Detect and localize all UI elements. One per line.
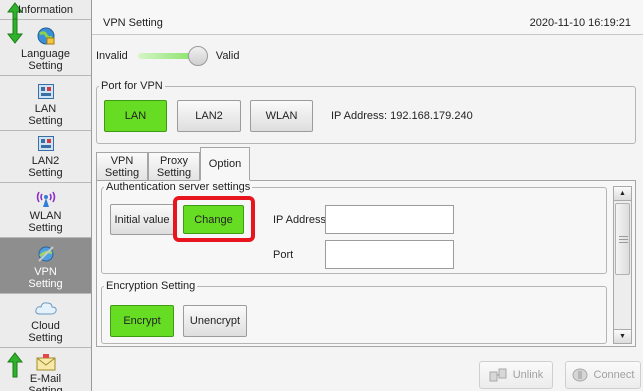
initial-value-button[interactable]: Initial value xyxy=(110,204,174,235)
lan-icon xyxy=(35,133,57,153)
sidebar-item-label: LAN Setting xyxy=(28,103,63,127)
port-group-legend: Port for VPN xyxy=(101,80,163,92)
scroll-up-button[interactable]: ▲ xyxy=(614,187,631,201)
port-label: Port xyxy=(273,249,294,261)
sidebar-item-label: VPN Setting xyxy=(28,266,63,290)
thumb-grip xyxy=(619,239,628,240)
ip-address-input[interactable] xyxy=(325,205,454,234)
cloud-icon xyxy=(34,298,57,318)
tab-label: Option xyxy=(208,158,242,170)
sidebar-item-label: Information xyxy=(17,4,74,16)
sidebar-item-lan2-setting[interactable]: LAN2 Setting xyxy=(0,131,91,183)
sidebar-item-label: LAN2 Setting xyxy=(28,155,63,179)
panel-scrollbar[interactable]: ▲ ▼ xyxy=(613,186,632,344)
change-button[interactable]: Change xyxy=(183,205,244,234)
header-bar: VPN Setting 2020-11-10 16:19:21 xyxy=(92,0,643,35)
unencrypt-button[interactable]: Unencrypt xyxy=(183,305,247,337)
port-lan2-button[interactable]: LAN2 xyxy=(177,100,241,132)
sidebar-item-information[interactable]: Information xyxy=(0,0,91,20)
email-icon xyxy=(35,353,57,371)
page-title: VPN Setting xyxy=(103,17,163,29)
encryption-setting-group: Encryption Setting xyxy=(101,280,607,344)
sidebar-item-cloud-setting[interactable]: Cloud Setting xyxy=(0,294,91,348)
scroll-down-button[interactable]: ▼ xyxy=(614,329,631,343)
encryption-group-legend: Encryption Setting xyxy=(106,280,196,292)
tab-option[interactable]: Option xyxy=(200,147,250,181)
connect-icon xyxy=(572,368,587,382)
sidebar-item-label: E-Mail Setting xyxy=(28,373,63,391)
port-ip-address: IP Address: 192.168.179.240 xyxy=(331,110,473,122)
scrollbar-thumb[interactable] xyxy=(615,203,630,275)
encrypt-button[interactable]: Encrypt xyxy=(110,305,174,337)
tab-label-line2: Setting xyxy=(104,166,140,179)
toggle-on-label: Valid xyxy=(215,50,240,62)
tab-label-line2: Setting xyxy=(156,166,192,179)
lan-icon xyxy=(35,81,57,101)
unlink-icon xyxy=(489,368,507,382)
vpn-enable-toggle-row: Invalid Valid xyxy=(96,46,240,66)
sidebar-item-lan-setting[interactable]: LAN Setting xyxy=(0,76,91,131)
unlink-label: Unlink xyxy=(512,369,544,381)
unlink-button[interactable]: Unlink xyxy=(479,361,553,389)
sidebar-item-label: Cloud Setting xyxy=(28,320,63,344)
port-input[interactable] xyxy=(325,240,454,269)
toggle-off-label: Invalid xyxy=(96,50,128,62)
sidebar-item-email-setting[interactable]: E-Mail Setting xyxy=(0,348,91,391)
sidebar-item-vpn-setting[interactable]: VPN Setting xyxy=(0,238,91,294)
connect-label: Connect xyxy=(593,369,635,381)
sidebar-item-label: WLAN Setting xyxy=(28,210,63,234)
wlan-icon xyxy=(35,188,57,208)
tab-label-line1: Proxy xyxy=(159,154,189,167)
vpn-icon xyxy=(35,244,57,264)
sidebar-item-label: Language Setting xyxy=(21,48,70,72)
tab-proxy-setting[interactable]: Proxy Setting xyxy=(148,152,200,181)
ip-address-label: IP Address xyxy=(273,214,326,226)
port-wlan-button[interactable]: WLAN xyxy=(250,100,313,132)
thumb-grip xyxy=(619,242,628,243)
main-panel: VPN Setting 2020-11-10 16:19:21 Invalid … xyxy=(92,0,643,391)
sidebar-item-language-setting[interactable]: Language Setting xyxy=(0,20,91,76)
sidebar: Information Language Setting LAN Setting… xyxy=(0,0,92,391)
toggle-knob[interactable] xyxy=(187,46,208,66)
option-tab-panel: Authentication server settings Initial v… xyxy=(96,180,636,347)
datetime-display: 2020-11-10 16:19:21 xyxy=(529,17,631,29)
language-icon xyxy=(35,26,57,46)
vpn-enable-toggle[interactable] xyxy=(137,46,208,66)
port-lan-button[interactable]: LAN xyxy=(104,100,167,132)
connect-button[interactable]: Connect xyxy=(565,361,641,389)
sidebar-item-wlan-setting[interactable]: WLAN Setting xyxy=(0,183,91,238)
thumb-grip xyxy=(619,236,628,237)
auth-group-legend: Authentication server settings xyxy=(106,181,251,193)
tab-vpn-setting[interactable]: VPN Setting xyxy=(96,152,148,181)
tab-label-line1: VPN xyxy=(110,154,134,167)
